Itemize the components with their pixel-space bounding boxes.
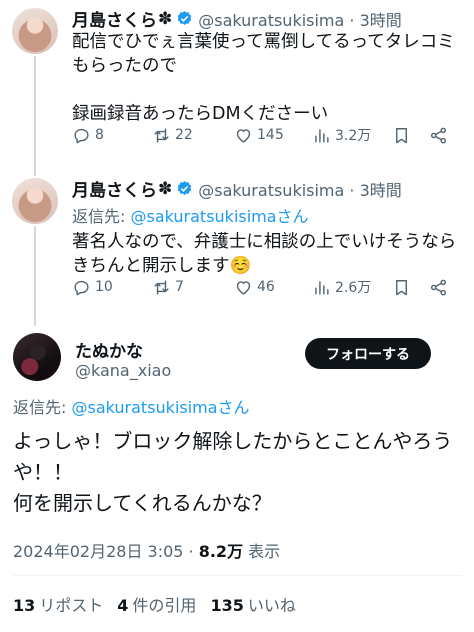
reply-icon (74, 128, 89, 143)
views-button[interactable]: 2.6万 (312, 277, 371, 297)
view-label: 表示 (243, 542, 281, 561)
views-count: 3.2万 (335, 128, 372, 144)
views-icon (315, 280, 329, 295)
share-button[interactable] (429, 126, 448, 145)
bookmark-button[interactable] (392, 278, 411, 297)
divider (13, 575, 462, 576)
view-count: 8.2万 (198, 542, 244, 561)
follow-button[interactable]: フォローする (305, 338, 431, 369)
reply-button[interactable]: 10 (72, 278, 113, 297)
thread-line (34, 226, 36, 326)
display-name[interactable]: 月島さくら (72, 6, 157, 31)
views-button[interactable]: 3.2万 (312, 125, 371, 145)
reply-to-link[interactable]: @sakuratsukisimaさん (71, 398, 249, 417)
retweet-icon (154, 127, 169, 143)
views-count: 2.6万 (335, 280, 372, 296)
like-button[interactable]: 145 (234, 126, 284, 145)
retweet-button[interactable]: 22 (152, 126, 193, 145)
quotes-label: 件の引用 (132, 596, 197, 615)
like-icon (236, 128, 251, 143)
retweet-button[interactable]: 7 (152, 278, 184, 297)
name-symbol: ✽ (158, 8, 173, 29)
views-icon (315, 128, 329, 143)
like-count: 145 (257, 127, 284, 143)
reply-button[interactable]: 8 (72, 126, 104, 145)
retweet-icon (154, 279, 169, 295)
reply-to-prefix: 返信先: (13, 398, 72, 417)
handle-and-time[interactable]: @sakuratsukisima · 3時間 (198, 7, 402, 31)
thread-line (34, 56, 36, 176)
tweet-text: 著名人なので、弁護士に相談の上でいけそうならきちんと開示します☺️ (72, 232, 457, 276)
reposts-stat[interactable]: 13 リポスト (13, 592, 103, 616)
avatar[interactable] (12, 8, 58, 54)
avatar[interactable] (12, 178, 58, 224)
handle-and-time[interactable]: @sakuratsukisima · 3時間 (198, 177, 402, 201)
reply-count: 10 (95, 279, 113, 295)
reply-icon (74, 280, 89, 295)
tweet-meta: 2024年02月28日 3:05 · 8.2万 表示 (13, 538, 280, 562)
likes-count: 135 (210, 596, 244, 615)
quotes-count: 4 (117, 596, 129, 615)
share-button[interactable] (429, 278, 448, 297)
display-name[interactable]: たぬかな (75, 337, 143, 362)
reply-count: 8 (95, 127, 104, 143)
tweet-text: 配信でひでぇ言葉使って罵倒してるってタレコミもらったので 録画録音あったらDMく… (72, 32, 455, 124)
reposts-count: 13 (13, 596, 36, 615)
bookmark-icon (396, 127, 407, 143)
verified-icon (177, 181, 192, 195)
tweet-text: よっしゃ！ブロック解除したからとことんやろうや！！ 何を開示してくれるんかな？ (13, 429, 453, 515)
like-button[interactable]: 46 (234, 278, 275, 297)
retweet-count: 7 (175, 279, 184, 295)
like-count: 46 (257, 279, 275, 295)
bookmark-button[interactable] (392, 126, 411, 145)
likes-stat[interactable]: 135 いいね (210, 592, 295, 616)
reply-to-prefix: 返信先: (72, 207, 131, 226)
name-symbol: ✽ (158, 178, 173, 199)
bookmark-icon (396, 279, 407, 295)
retweet-count: 22 (175, 127, 193, 143)
quotes-stat[interactable]: 4 件の引用 (117, 592, 196, 616)
avatar[interactable] (13, 333, 61, 381)
reposts-label: リポスト (39, 596, 104, 615)
like-icon (236, 280, 251, 295)
verified-icon (177, 11, 192, 25)
tweet-header: 月島さくら ✽ @sakuratsukisima · 3時間 (72, 176, 402, 202)
display-name[interactable]: 月島さくら (72, 176, 157, 201)
timestamp[interactable]: 2024年02月28日 3:05 · (13, 542, 199, 561)
tweet-header: 月島さくら ✽ @sakuratsukisima · 3時間 (72, 6, 402, 32)
reply-to-line: 返信先: @sakuratsukisimaさん (13, 394, 250, 418)
share-icon (430, 279, 447, 295)
likes-label: いいね (247, 596, 296, 615)
reply-to-link[interactable]: @sakuratsukisimaさん (130, 207, 308, 226)
handle[interactable]: @kana_xiao (75, 361, 171, 380)
share-icon (430, 127, 447, 143)
reply-to-line: 返信先: @sakuratsukisimaさん (72, 203, 309, 227)
engagement-stats: 13 リポスト 4 件の引用 135 いいね (13, 592, 310, 616)
